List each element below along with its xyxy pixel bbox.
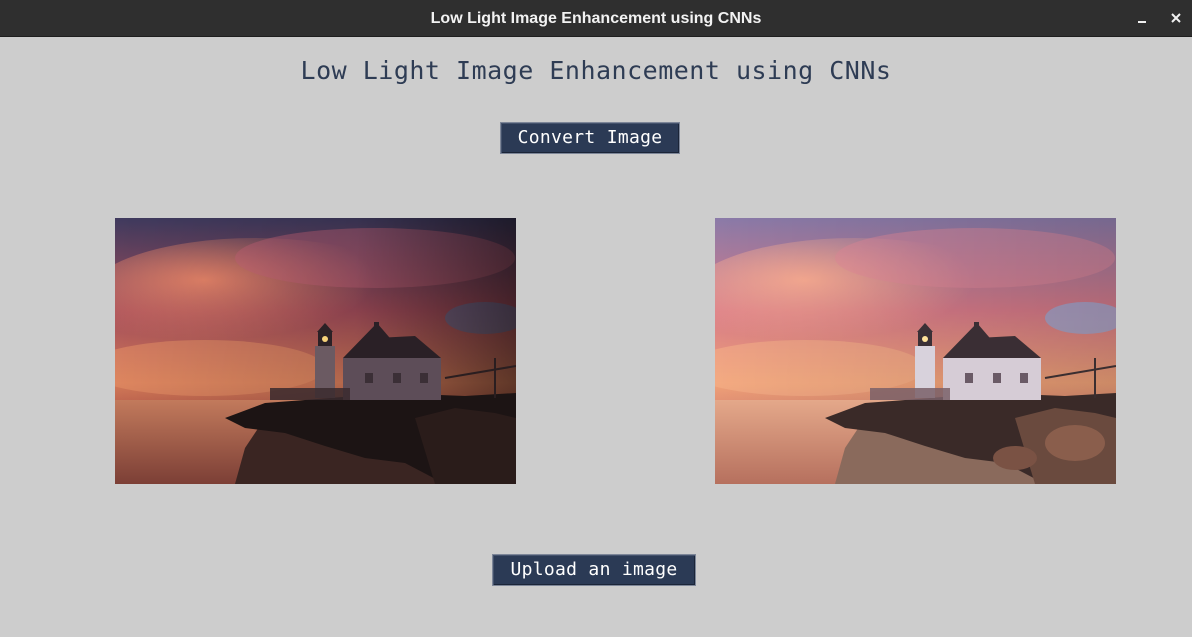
window-title: Low Light Image Enhancement using CNNs (430, 10, 762, 27)
input-image (115, 218, 516, 484)
close-icon[interactable] (1164, 6, 1188, 30)
minimize-icon[interactable] (1130, 6, 1154, 30)
convert-image-button[interactable]: Convert Image (500, 122, 680, 154)
window-titlebar[interactable]: Low Light Image Enhancement using CNNs (0, 0, 1192, 37)
upload-image-button[interactable]: Upload an image (492, 554, 696, 586)
app-window: Low Light Image Enhancement using CNNs L… (0, 0, 1192, 637)
app-heading: Low Light Image Enhancement using CNNs (300, 56, 892, 85)
enhanced-image (715, 218, 1116, 484)
